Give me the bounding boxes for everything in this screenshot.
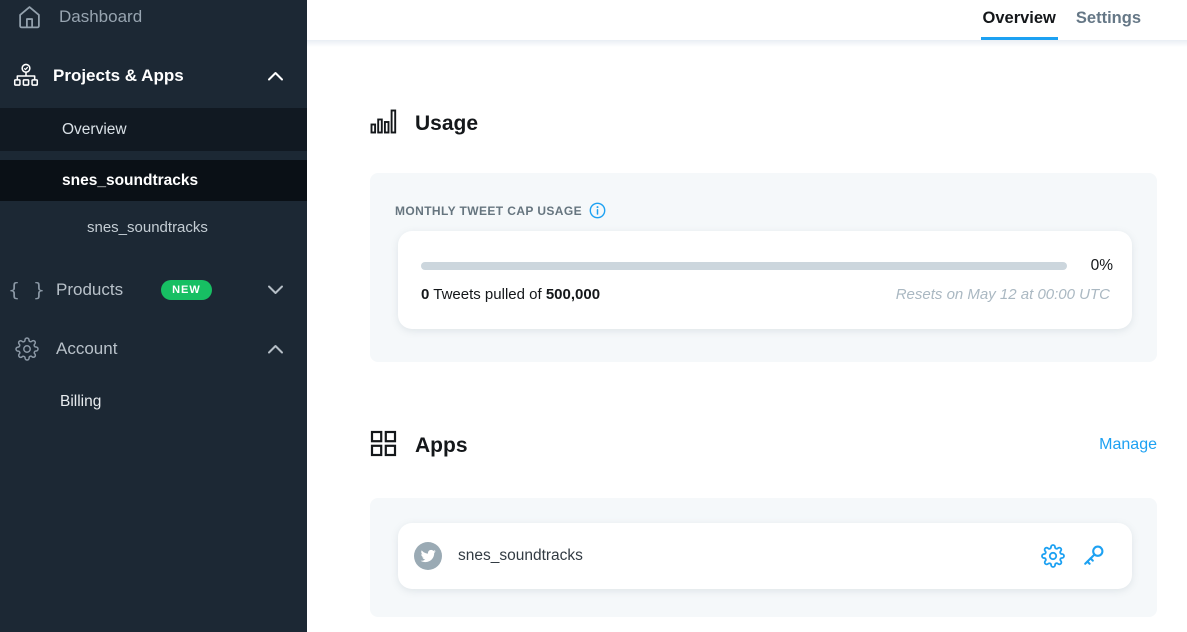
sidebar-item-app-snes-soundtracks[interactable]: snes_soundtracks [0, 211, 307, 243]
progress-row: 0% [421, 257, 1113, 275]
braces-icon: { } [14, 279, 40, 301]
info-icon[interactable] [589, 202, 606, 219]
sidebar-item-projects-apps[interactable]: Projects & Apps [0, 55, 307, 97]
grid-icon [370, 430, 397, 462]
tweet-cap-label: MONTHLY TWEET CAP USAGE [395, 204, 582, 218]
sidebar-item-label: Dashboard [59, 7, 142, 27]
manage-link[interactable]: Manage [1099, 436, 1157, 454]
usage-progress-card: 0% 0 Tweets pulled of 500,000 Resets on … [398, 231, 1132, 329]
apps-section-header: Apps [370, 430, 468, 462]
sidebar-item-dashboard[interactable]: Dashboard [0, 0, 307, 40]
sidebar-item-label: snes_soundtracks [62, 172, 198, 190]
sidebar-item-account[interactable]: Account [0, 328, 307, 370]
tab-label: Overview [983, 9, 1056, 28]
sidebar-item-label: Account [56, 339, 117, 359]
usage-meta-row: 0 Tweets pulled of 500,000 Resets on May… [421, 286, 1110, 303]
sidebar-item-label: Projects & Apps [53, 66, 184, 86]
sitemap-icon [13, 63, 39, 89]
twitter-app-avatar [414, 542, 442, 570]
sidebar-item-billing[interactable]: Billing [0, 384, 307, 420]
apps-title: Apps [415, 434, 468, 458]
sidebar: Dashboard Projects & Apps Overview snes_… [0, 0, 307, 632]
resets-text: Resets on May 12 at 00:00 UTC [896, 286, 1110, 303]
chevron-down-icon[interactable] [267, 284, 284, 296]
tweets-pulled-text: 0 Tweets pulled of 500,000 [421, 286, 600, 303]
tab-settings[interactable]: Settings [1074, 0, 1143, 40]
app-row[interactable]: snes_soundtracks [398, 523, 1132, 589]
app-settings-gear-icon[interactable] [1041, 544, 1065, 568]
top-tab-bar: Overview Settings [307, 0, 1187, 40]
bar-chart-icon [370, 108, 397, 140]
sidebar-item-products[interactable]: { } Products NEW [0, 268, 307, 312]
home-icon [16, 5, 42, 30]
app-actions [1041, 543, 1106, 569]
progress-percent: 0% [1067, 257, 1113, 275]
twitter-bird-icon [420, 548, 436, 564]
chevron-up-icon[interactable] [267, 70, 284, 82]
chevron-up-icon[interactable] [267, 343, 284, 355]
sidebar-item-project-snes-soundtracks[interactable]: snes_soundtracks [0, 160, 307, 201]
tweet-cap-progress-bar [421, 262, 1067, 270]
apps-card: snes_soundtracks [370, 498, 1157, 617]
app-name: snes_soundtracks [458, 547, 583, 565]
tab-label: Settings [1076, 9, 1141, 28]
tweets-pulled-label: Tweets pulled of [429, 286, 545, 303]
new-badge: NEW [161, 280, 212, 300]
sidebar-item-label: snes_soundtracks [87, 219, 208, 236]
gear-icon [14, 337, 40, 361]
usage-title: Usage [415, 112, 478, 136]
tweet-cap-label-row: MONTHLY TWEET CAP USAGE [395, 202, 606, 219]
tweet-cap-card: MONTHLY TWEET CAP USAGE 0% 0 Tweets pull… [370, 173, 1157, 362]
sidebar-item-overview[interactable]: Overview [0, 108, 307, 151]
app-keys-key-icon[interactable] [1080, 543, 1106, 569]
sidebar-item-label: Billing [60, 393, 101, 411]
sidebar-item-label: Overview [62, 121, 127, 139]
header-shadow [307, 40, 1187, 47]
usage-section-header: Usage [370, 108, 478, 140]
sidebar-item-label: Products [56, 280, 123, 300]
tab-overview[interactable]: Overview [981, 0, 1058, 40]
tweet-cap-value: 500,000 [546, 286, 600, 303]
